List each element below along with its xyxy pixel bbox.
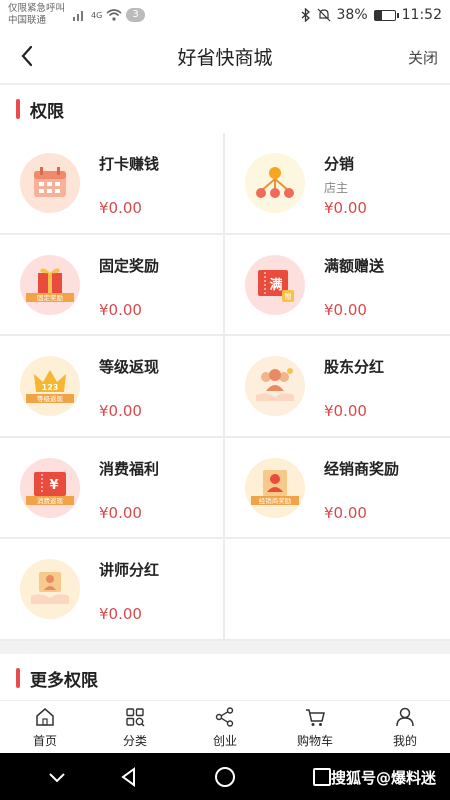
permission-amount: ¥0.00 bbox=[324, 300, 367, 319]
tab-label: 我的 bbox=[392, 733, 417, 748]
permission-card[interactable]: 固定奖励 固定奖励 ¥0.00 bbox=[0, 234, 225, 337]
permission-name: 股东分红 bbox=[324, 358, 385, 377]
tab-label: 创业 bbox=[212, 733, 237, 748]
signal-icon bbox=[73, 11, 84, 21]
yuan-ticket-icon: ¥ 消费返现 bbox=[20, 457, 80, 518]
tab-label: 分类 bbox=[122, 733, 147, 748]
permission-card[interactable]: 经销商奖励 经销商奖励 ¥0.00 bbox=[225, 438, 450, 540]
permission-name: 讲师分红 bbox=[99, 561, 160, 580]
tab-label: 首页 bbox=[32, 733, 57, 748]
user-icon bbox=[396, 707, 414, 726]
emergency-call-text: 仅限紧急呼叫 bbox=[8, 3, 66, 14]
section-title: 权限 bbox=[30, 101, 64, 122]
permission-name: 固定奖励 bbox=[99, 256, 160, 275]
permission-name: 分销 bbox=[324, 155, 355, 173]
coupon-icon: 满赠 bbox=[245, 254, 305, 315]
status-icons: 4G 3 bbox=[73, 8, 145, 22]
permission-card[interactable]: 分销 店主 ¥0.00 bbox=[225, 133, 450, 235]
permission-name: 打卡赚钱 bbox=[99, 155, 160, 173]
battery-icon bbox=[373, 9, 399, 21]
section-accent-bar bbox=[16, 668, 20, 688]
tab-cart[interactable]: 购物车 bbox=[270, 701, 360, 753]
permission-amount: ¥0.00 bbox=[99, 605, 142, 624]
page-title: 好省快商城 bbox=[177, 47, 273, 69]
permission-amount: ¥0.00 bbox=[99, 199, 142, 217]
calendar-icon bbox=[20, 153, 80, 213]
crown-icon: 123 等级返现 bbox=[20, 356, 80, 417]
carrier-name: 中国联通 bbox=[8, 15, 47, 26]
svg-text:¥: ¥ bbox=[49, 478, 58, 493]
bluetooth-icon bbox=[301, 8, 310, 22]
permission-card[interactable]: 打卡赚钱 ¥0.00 bbox=[0, 133, 225, 235]
mute-bell-icon bbox=[317, 8, 330, 22]
section-accent-bar bbox=[16, 99, 20, 119]
permission-amount: ¥0.00 bbox=[99, 503, 142, 522]
permission-card[interactable]: 讲师分红 ¥0.00 bbox=[0, 539, 225, 641]
tab-category[interactable]: 分类 bbox=[90, 701, 180, 753]
permission-amount: ¥0.00 bbox=[324, 503, 367, 522]
permissions-section-header: 权限 bbox=[0, 85, 450, 133]
dealer-ribbon-text: 经销商奖励 bbox=[259, 496, 292, 505]
more-permissions-section-header: 更多权限 bbox=[0, 654, 450, 702]
svg-text:123: 123 bbox=[42, 383, 59, 392]
permission-name: 经销商奖励 bbox=[324, 459, 400, 478]
home-icon bbox=[36, 707, 54, 726]
network-type: 4G bbox=[91, 10, 103, 20]
gift-ribbon-text: 固定奖励 bbox=[37, 293, 64, 302]
carrier-info: 仅限紧急呼叫 中国联通 bbox=[8, 3, 65, 27]
bottom-tab-bar: 首页 分类 创业 购物车 我的 bbox=[0, 700, 450, 753]
crown-ribbon-text: 等级返现 bbox=[37, 394, 64, 403]
dealer-icon: 经销商奖励 bbox=[245, 457, 305, 518]
section-title: 更多权限 bbox=[30, 670, 98, 691]
wifi-icon bbox=[106, 9, 122, 21]
notification-count-badge: 3 bbox=[126, 8, 145, 22]
permission-name: 消费福利 bbox=[99, 459, 160, 478]
tab-home[interactable]: 首页 bbox=[0, 701, 90, 753]
clock: 11:52 bbox=[401, 7, 442, 23]
page-header: 好省快商城 关闭 bbox=[0, 30, 450, 84]
permission-amount: ¥0.00 bbox=[99, 402, 142, 421]
battery-percent: 38% bbox=[336, 7, 368, 23]
watermark-text: 搜狐号@爆料迷 bbox=[330, 769, 436, 787]
status-bar: 仅限紧急呼叫 中国联通 4G 3 38% 11:52 bbox=[0, 0, 450, 30]
share-icon bbox=[215, 706, 234, 727]
empty-cell bbox=[225, 539, 450, 641]
permission-card[interactable]: 123 等级返现 等级返现 ¥0.00 bbox=[0, 336, 225, 438]
permission-amount: ¥0.00 bbox=[324, 199, 367, 217]
nav-back-icon[interactable] bbox=[117, 765, 141, 789]
system-nav-bar: 搜狐号@爆料迷 bbox=[0, 753, 450, 800]
tab-startup[interactable]: 创业 bbox=[180, 701, 270, 753]
ticket-ribbon-text: 消费返现 bbox=[37, 496, 64, 505]
status-right: 38% 11:52 bbox=[301, 7, 442, 23]
permission-name: 等级返现 bbox=[99, 358, 160, 377]
gift-box-icon: 固定奖励 bbox=[20, 254, 80, 315]
permission-role: 店主 bbox=[324, 181, 349, 195]
tab-label: 购物车 bbox=[296, 733, 333, 748]
category-grid-icon bbox=[126, 707, 145, 726]
permission-card[interactable]: 满赠 满额赠送 ¥0.00 bbox=[225, 235, 450, 337]
permission-amount: ¥0.00 bbox=[324, 402, 367, 421]
permission-card[interactable]: 股东分红 ¥0.00 bbox=[225, 336, 450, 438]
tab-mine[interactable]: 我的 bbox=[360, 701, 450, 753]
permission-card[interactable]: ¥ 消费返现 消费福利 ¥0.00 bbox=[0, 437, 225, 540]
distribution-tree-icon bbox=[245, 153, 305, 213]
shareholders-icon bbox=[245, 356, 305, 417]
back-arrow-icon[interactable] bbox=[16, 42, 40, 70]
permission-name: 满额赠送 bbox=[324, 256, 385, 275]
svg-text:赠: 赠 bbox=[285, 292, 292, 301]
close-button[interactable]: 关闭 bbox=[408, 47, 438, 68]
permissions-grid: 打卡赚钱 ¥0.00 分销 店主 ¥0.00 固定奖励 固定奖励 ¥0.00 满… bbox=[0, 133, 450, 641]
permission-amount: ¥0.00 bbox=[99, 300, 142, 319]
chevron-down-icon[interactable] bbox=[45, 765, 69, 789]
cart-icon bbox=[306, 708, 325, 726]
nav-home-icon[interactable] bbox=[213, 765, 237, 789]
lecturer-icon bbox=[20, 559, 80, 620]
svg-text:满: 满 bbox=[269, 277, 282, 293]
